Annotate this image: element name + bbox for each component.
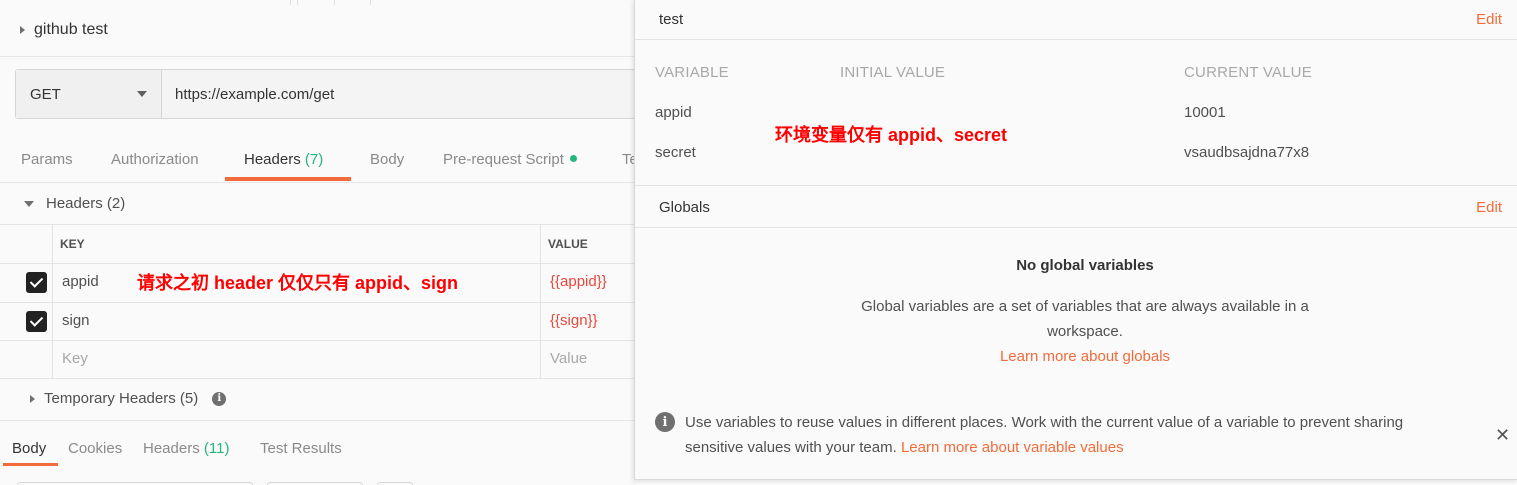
url-input[interactable] [162, 70, 636, 118]
tab-headers[interactable]: Headers (7) [244, 151, 323, 168]
request-title[interactable]: github test [20, 18, 108, 42]
edit-globals-link[interactable]: Edit [1476, 199, 1502, 216]
divider [0, 56, 636, 57]
globals-title: Globals [659, 199, 710, 216]
temporary-headers-label: Temporary Headers (5) [44, 390, 199, 407]
column-header-key: KEY [60, 237, 85, 251]
new-value-input[interactable]: Value [550, 350, 587, 367]
tab-params[interactable]: Params [21, 151, 73, 168]
temporary-headers-toggle[interactable]: Temporary Headers (5) i [30, 390, 227, 407]
url-bar: GET [15, 69, 636, 119]
learn-more-variables-link[interactable]: Learn more about variable values [901, 439, 1124, 456]
tab-response-headers-label: Headers [143, 440, 200, 457]
empty-state-text: Global variables are a set of variables … [861, 298, 1309, 340]
method-select[interactable]: GET [16, 70, 162, 118]
column-header-value: VALUE [548, 237, 588, 251]
headers-section-toggle[interactable]: Headers (2) [24, 195, 125, 212]
tab-headers-count: (7) [304, 151, 324, 168]
caret-right-icon [30, 394, 35, 403]
divider [635, 185, 1517, 186]
tab-stub[interactable] [334, 0, 335, 5]
info-banner: Use variables to reuse values in differe… [685, 410, 1465, 460]
headers-section-label: Headers (2) [46, 195, 126, 212]
header-key-cell[interactable]: sign [62, 312, 90, 329]
edit-environment-link[interactable]: Edit [1476, 11, 1502, 28]
status-dot-icon [569, 155, 577, 162]
table-border [0, 378, 636, 379]
row-checkbox[interactable] [26, 311, 47, 332]
tab-stub[interactable] [297, 0, 298, 5]
header-value-cell[interactable]: {{sign}} [550, 312, 598, 329]
new-key-input[interactable]: Key [62, 350, 88, 367]
column-header-initial: INITIAL VALUE [840, 64, 946, 81]
request-pane: github test GET Params Authorization Hea… [0, 0, 636, 485]
variable-name: secret [655, 144, 696, 161]
column-divider [52, 224, 53, 378]
tab-prerequest-script[interactable]: Pre-request Script [443, 151, 577, 168]
chevron-down-icon [24, 200, 34, 207]
column-divider [540, 224, 541, 378]
tab-response-headers-count: (11) [203, 440, 230, 457]
tab-body[interactable]: Body [370, 151, 404, 168]
chevron-down-icon [137, 91, 147, 97]
header-key-cell[interactable]: appid [62, 273, 99, 290]
environment-name: test [659, 11, 684, 28]
info-icon[interactable]: i [212, 391, 227, 406]
tab-response-body[interactable]: Body [12, 440, 46, 457]
empty-state-description: Global variables are a set of variables … [845, 294, 1325, 369]
tab-test-results[interactable]: Test Results [260, 440, 342, 457]
header-value-cell[interactable]: {{appid}} [550, 273, 607, 290]
variable-current-value: 10001 [1184, 104, 1226, 121]
column-header-current: CURRENT VALUE [1184, 64, 1312, 81]
tab-response-cookies[interactable]: Cookies [68, 440, 122, 457]
variable-current-value: vsaudbsajdna77x8 [1184, 144, 1310, 161]
variable-name: appid [655, 104, 692, 121]
tab-stub[interactable] [290, 0, 291, 5]
tab-authorization[interactable]: Authorization [111, 151, 199, 168]
caret-right-icon [20, 26, 25, 34]
method-label: GET [30, 85, 61, 103]
annotation-left: 请求之初 header 仅仅只有 appid、sign [137, 273, 459, 293]
tab-response-headers[interactable]: Headers (11) [143, 440, 229, 457]
empty-state-title: No global variables [1016, 257, 1154, 274]
info-icon: i [655, 412, 675, 432]
active-tab-indicator [3, 463, 58, 466]
learn-more-globals-link[interactable]: Learn more about globals [1000, 348, 1170, 365]
close-icon[interactable]: ✕ [1495, 425, 1510, 446]
response-tabs: Body Cookies Headers (11) Test Results [0, 440, 636, 470]
row-checkbox[interactable] [26, 272, 47, 293]
tab-stub[interactable] [370, 0, 371, 5]
annotation-right: 环境变量仅有 appid、secret [775, 125, 1008, 145]
divider [635, 39, 1517, 40]
divider [0, 420, 636, 421]
column-header-variable: VARIABLE [655, 64, 729, 81]
divider [635, 227, 1517, 228]
tab-prerequest-label: Pre-request Script [443, 151, 564, 168]
active-tab-indicator [225, 177, 351, 181]
request-name: github test [34, 21, 108, 38]
environment-quicklook: test Edit VARIABLE INITIAL VALUE CURRENT… [634, 0, 1517, 480]
tab-strip [0, 0, 636, 5]
tab-headers-label: Headers [244, 151, 301, 168]
